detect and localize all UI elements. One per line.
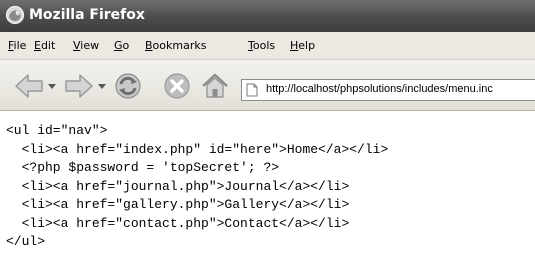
menu-file[interactable]: File xyxy=(8,39,26,52)
home-icon[interactable] xyxy=(200,72,230,100)
menu-bookmarks-mnemonic: B xyxy=(145,39,153,52)
address-bar[interactable]: http://localhost/phpsolutions/includes/m… xyxy=(241,79,535,101)
forward-dropdown-icon[interactable] xyxy=(98,84,106,90)
menu-view-label: iew xyxy=(80,39,100,52)
back-dropdown-icon[interactable] xyxy=(48,84,56,90)
menu-bookmarks-label: ookmarks xyxy=(152,39,207,52)
menu-tools-label: ools xyxy=(252,39,276,52)
url-text[interactable]: http://localhost/phpsolutions/includes/m… xyxy=(266,83,493,95)
title-bar[interactable]: Mozilla Firefox xyxy=(0,0,535,32)
code-line: <?php $password = 'topSecret'; ?> xyxy=(6,160,280,175)
code-line: <ul id="nav"> xyxy=(6,123,108,138)
menu-edit-label: dit xyxy=(40,39,56,52)
menu-bar: File Edit View Go Bookmarks Tools Help xyxy=(0,32,535,60)
menu-edit[interactable]: Edit xyxy=(34,39,55,52)
menu-file-label: ile xyxy=(13,39,27,52)
code-line: </ul> xyxy=(6,234,46,249)
page-content: <ul id="nav"> <li><a href="index.php" id… xyxy=(0,111,535,257)
menu-help-label: elp xyxy=(298,39,316,52)
code-line: <li><a href="gallery.php">Gallery</a></l… xyxy=(6,197,350,212)
menu-view[interactable]: View xyxy=(73,39,99,52)
firefox-logo-icon xyxy=(5,5,25,25)
menu-bookmarks[interactable]: Bookmarks xyxy=(145,39,206,52)
source-code: <ul id="nav"> <li><a href="index.php" id… xyxy=(6,122,388,252)
code-line: <li><a href="index.php" id="here">Home</… xyxy=(6,141,389,157)
stop-icon[interactable] xyxy=(163,72,191,100)
forward-icon[interactable] xyxy=(64,73,94,99)
page-icon xyxy=(246,83,258,97)
menu-go-label: o xyxy=(122,39,130,52)
menu-go[interactable]: Go xyxy=(114,39,129,52)
reload-icon[interactable] xyxy=(113,71,143,101)
window-title: Mozilla Firefox xyxy=(29,7,145,23)
menu-go-mnemonic: G xyxy=(114,39,123,52)
menu-tools[interactable]: Tools xyxy=(248,39,275,52)
menu-help[interactable]: Help xyxy=(290,39,315,52)
back-icon[interactable] xyxy=(14,73,44,99)
code-line: <li><a href="journal.php">Journal</a></l… xyxy=(6,178,350,194)
menu-edit-mnemonic: E xyxy=(34,39,41,52)
code-line: <li><a href="contact.php">Contact</a></l… xyxy=(6,215,350,231)
